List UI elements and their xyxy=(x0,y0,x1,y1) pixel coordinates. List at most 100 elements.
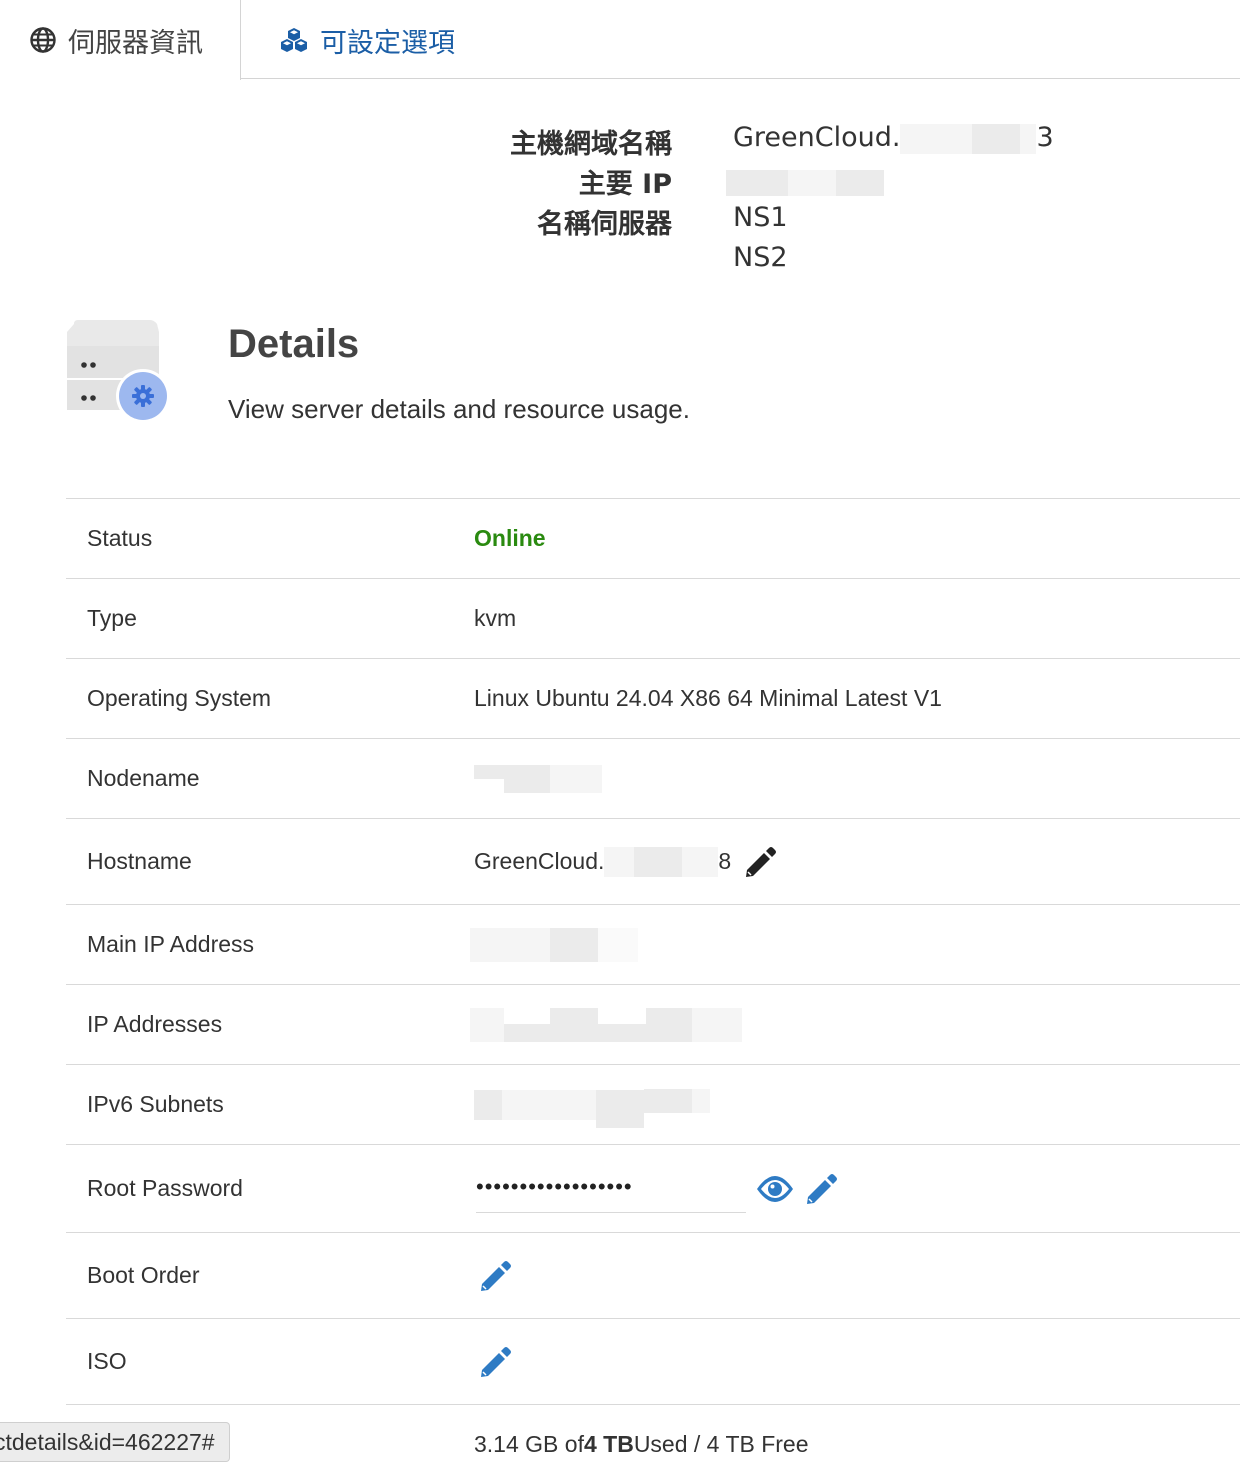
redacted-block xyxy=(972,123,1021,154)
bandwidth-used: 3.14 GB of xyxy=(474,1431,584,1457)
edit-hostname-button[interactable] xyxy=(743,845,777,879)
os-value: Linux Ubuntu 24.04 X86 64 Minimal Latest… xyxy=(474,685,942,711)
bandwidth-value: 3.14 GB of 4 TB Used / 4 TB Free xyxy=(474,1431,809,1458)
hostname-text: GreenCloud. xyxy=(474,848,605,874)
root-password-value: •••••••••••••••••• xyxy=(474,1145,838,1232)
redacted-block xyxy=(788,169,836,196)
pencil-icon xyxy=(746,846,777,877)
redacted-block xyxy=(692,1007,742,1042)
table-row-main-ip: Main IP Address xyxy=(66,904,1240,984)
hostname-domain-value: GreenCloud. 3 xyxy=(733,122,1054,154)
redacted-block xyxy=(598,927,638,962)
table-row-os: Operating System Linux Ubuntu 24.04 X86 … xyxy=(66,658,1240,738)
hostname-suffix: 8 xyxy=(718,848,732,874)
redacted-block xyxy=(598,1023,646,1042)
details-title: Details xyxy=(228,322,360,366)
redacted-block xyxy=(504,764,550,793)
edit-iso-button[interactable] xyxy=(478,1345,512,1379)
browser-status-bar: ctdetails&id=462227# xyxy=(0,1422,230,1462)
hostname-label: Hostname xyxy=(87,848,192,874)
redacted-block xyxy=(474,764,504,779)
redacted-block xyxy=(692,1088,710,1113)
tab-bar: 伺服器資訊 可設定選項 xyxy=(0,0,1240,80)
status-value: Online xyxy=(474,499,546,578)
nodename-value xyxy=(474,739,602,818)
bandwidth-rest: Used / 4 TB Free xyxy=(633,1431,809,1457)
table-row-hostname: Hostname GreenCloud. 8 xyxy=(66,818,1240,904)
main-ip-value xyxy=(726,166,884,197)
table-row-nodename: Nodename xyxy=(66,738,1240,818)
status-label: Status xyxy=(87,525,153,551)
main-ip-label: 主要 IP xyxy=(578,169,672,200)
redacted-block xyxy=(604,846,635,877)
status-bar-url: ctdetails&id=462227# xyxy=(0,1428,215,1455)
redacted-block xyxy=(1020,123,1037,154)
hostname-value: GreenCloud. 8 xyxy=(474,819,777,904)
table-row-root-password: Root Password •••••••••••••••••• xyxy=(66,1144,1240,1232)
boot-order-label: Boot Order xyxy=(87,1262,200,1288)
type-value: kvm xyxy=(474,605,517,631)
edit-password-button[interactable] xyxy=(804,1172,838,1206)
redacted-block xyxy=(550,764,602,793)
redacted-block xyxy=(504,1023,550,1042)
main-ip-address-value xyxy=(470,905,638,984)
details-table: Status Online Type kvm Operating System … xyxy=(66,498,1240,1464)
redacted-block xyxy=(726,169,788,196)
table-row-iso: ISO xyxy=(66,1318,1240,1404)
details-subtitle: View server details and resource usage. xyxy=(228,394,690,424)
table-row-ip-addresses: IP Addresses xyxy=(66,984,1240,1064)
table-row-ipv6: IPv6 Subnets xyxy=(66,1064,1240,1144)
ip-addresses-label: IP Addresses xyxy=(87,1011,223,1037)
redacted-block xyxy=(470,927,550,962)
redacted-block xyxy=(634,846,683,877)
root-password-label: Root Password xyxy=(87,1175,243,1201)
edit-boot-order-button[interactable] xyxy=(478,1259,512,1293)
redacted-block xyxy=(836,169,884,196)
redacted-block xyxy=(646,1007,692,1042)
hostname-domain-suffix: 3 xyxy=(1036,122,1054,153)
os-label: Operating System xyxy=(87,685,272,711)
redacted-block xyxy=(502,1089,596,1120)
ip-addresses-value xyxy=(470,985,742,1064)
redacted-block xyxy=(900,123,973,154)
table-row-type: Type kvm xyxy=(66,578,1240,658)
tab-configurable-options-label: 可設定選項 xyxy=(320,27,455,59)
nodename-label: Nodename xyxy=(87,765,200,791)
tab-server-info-label: 伺服器資訊 xyxy=(68,27,203,59)
show-password-button[interactable] xyxy=(756,1175,794,1203)
table-row-bandwidth: 3.14 GB of 4 TB Used / 4 TB Free xyxy=(66,1404,1240,1464)
nameservers-label: 名稱伺服器 xyxy=(537,209,672,240)
hostname-domain-label: 主機網域名稱 xyxy=(510,129,672,160)
redacted-block xyxy=(474,1089,502,1120)
pencil-icon xyxy=(807,1173,837,1204)
ipv6-subnets-label: IPv6 Subnets xyxy=(87,1091,224,1117)
iso-value xyxy=(478,1319,512,1404)
redacted-block xyxy=(644,1088,692,1113)
eye-icon xyxy=(757,1175,793,1202)
ns1-value: NS1 xyxy=(733,202,788,233)
ns2-value: NS2 xyxy=(733,242,788,273)
iso-label: ISO xyxy=(87,1348,127,1374)
pencil-icon xyxy=(481,1346,511,1377)
redacted-block xyxy=(596,1089,644,1128)
main-ip-address-label: Main IP Address xyxy=(87,931,255,957)
server-icon xyxy=(66,318,176,428)
tab-server-info[interactable]: 伺服器資訊 xyxy=(0,0,241,80)
boot-order-value xyxy=(478,1233,512,1318)
table-row-status: Status Online xyxy=(66,498,1240,578)
tab-configurable-options[interactable]: 可設定選項 xyxy=(280,0,455,80)
type-label: Type xyxy=(87,605,137,631)
bandwidth-total: 4 TB xyxy=(583,1431,634,1457)
redacted-block xyxy=(682,846,719,877)
globe-icon xyxy=(30,27,56,53)
ipv6-subnets-value xyxy=(474,1065,710,1144)
cubes-icon xyxy=(280,27,308,53)
pencil-icon xyxy=(481,1260,511,1291)
table-row-boot-order: Boot Order xyxy=(66,1232,1240,1318)
redacted-block xyxy=(550,1007,598,1042)
redacted-block xyxy=(550,927,598,962)
root-password-field[interactable]: •••••••••••••••••• xyxy=(476,1164,746,1213)
hostname-domain-text: GreenCloud. xyxy=(733,122,901,153)
status-badge: Online xyxy=(474,525,546,551)
redacted-block xyxy=(470,1007,504,1042)
